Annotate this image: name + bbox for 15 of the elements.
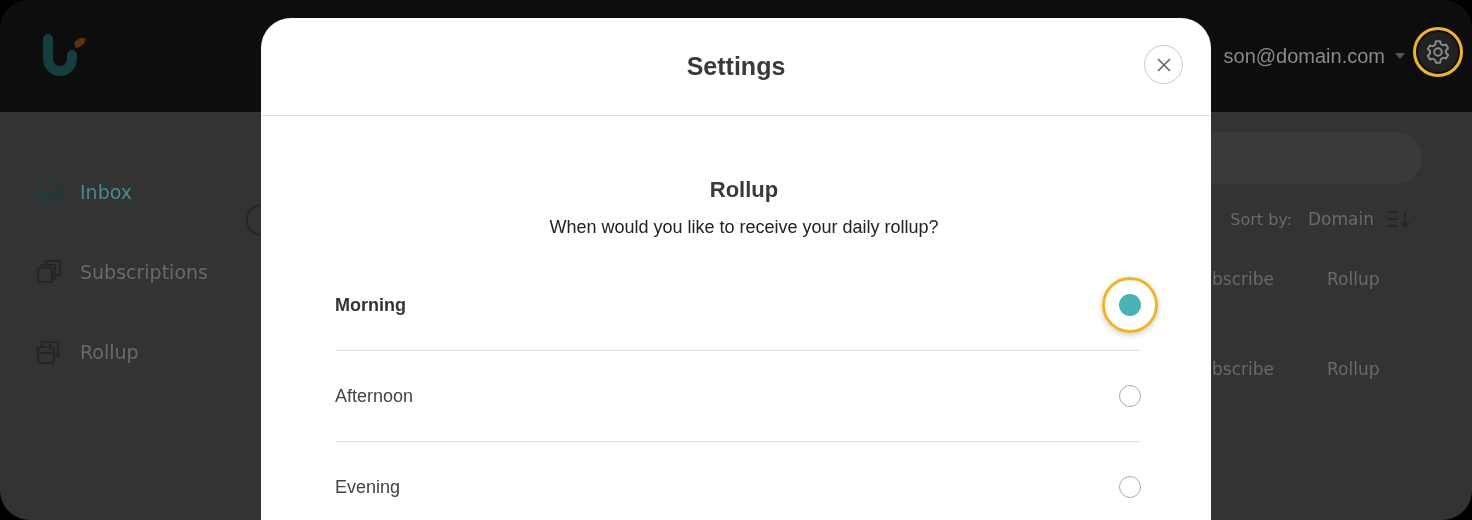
question-text: When would you like to receive your daily rollup? [549,217,939,238]
caret-icon[interactable] [1395,53,1405,59]
sidebar-item[interactable]: Inbox [0,152,261,232]
radio-button[interactable] [1119,294,1141,316]
account-email[interactable]: son@domain.com [1223,44,1385,68]
settings-icon [1425,39,1451,65]
modal-title: Settings [686,52,786,81]
radio-button[interactable] [1119,476,1141,498]
option-label[interactable]: Afternoon [335,385,414,407]
option-label[interactable]: Evening [335,476,401,498]
close-icon [1156,57,1171,72]
radio-button[interactable] [1119,385,1141,407]
option-label[interactable]: Morning [335,294,406,316]
close-button[interactable] [1144,45,1183,84]
section-title: Rollup [709,177,779,203]
